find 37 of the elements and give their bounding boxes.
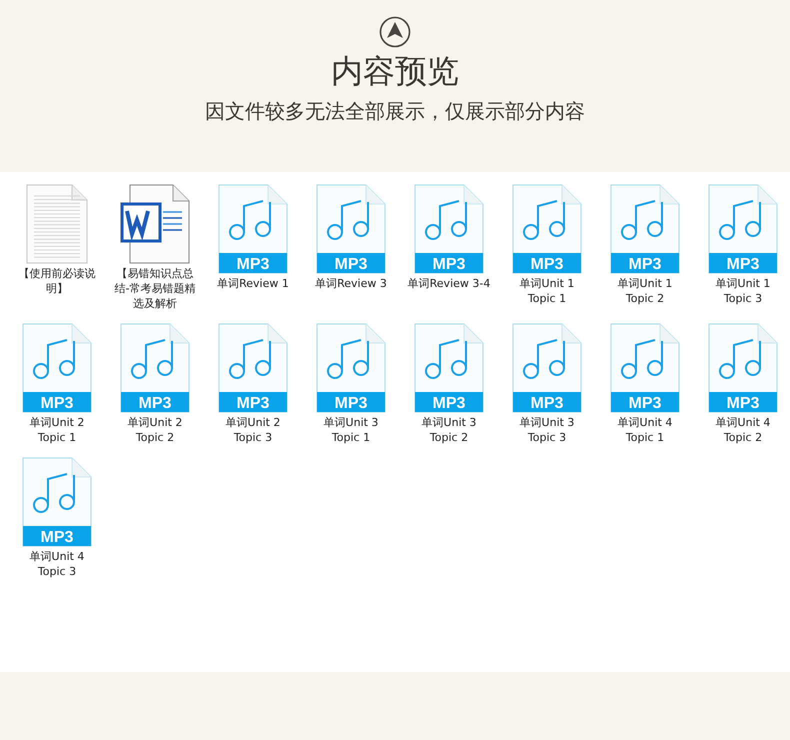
audio-file-icon: MP3 <box>708 323 778 413</box>
audio-file-icon: MP3 <box>22 457 92 547</box>
audio-file-icon: MP3 <box>610 323 680 413</box>
audio-file-icon: MP3 <box>22 323 92 413</box>
file-name: 单词Unit 2 Topic 1 <box>30 415 84 445</box>
file-name: 【易错知识点总 结-常考易错题精 选及解析 <box>114 266 196 311</box>
arrow-up-icon <box>379 16 411 48</box>
word-document-icon <box>120 184 190 264</box>
file-name: 单词Unit 3 Topic 1 <box>324 415 378 445</box>
file-name: 单词Unit 2 Topic 2 <box>128 415 182 445</box>
file-name: 单词Unit 4 Topic 3 <box>30 549 84 579</box>
audio-file-icon: MP3 <box>512 323 582 413</box>
file-name: 单词Unit 4 Topic 2 <box>716 415 770 445</box>
audio-file-icon: MP3 <box>512 184 582 274</box>
audio-file-icon: MP3 <box>218 323 288 413</box>
file-name: 单词Unit 1 Topic 2 <box>618 276 672 306</box>
audio-file-icon: MP3 <box>414 184 484 274</box>
audio-file-icon: MP3 <box>610 184 680 274</box>
audio-file-icon: MP3 <box>316 323 386 413</box>
file-name: 单词Unit 3 Topic 3 <box>520 415 574 445</box>
file-name: 单词Unit 1 Topic 1 <box>520 276 574 306</box>
file-name: 单词Unit 2 Topic 3 <box>226 415 280 445</box>
file-name: 【使用前必读说 明】 <box>18 266 96 296</box>
section-title: 内容预览 <box>331 52 459 90</box>
audio-file-icon: MP3 <box>414 323 484 413</box>
audio-file-icon: MP3 <box>120 323 190 413</box>
text-document-icon <box>26 184 88 264</box>
file-name: 单词Review 3 <box>315 276 387 291</box>
audio-file-icon: MP3 <box>316 184 386 274</box>
file-name: 单词Unit 4 Topic 1 <box>618 415 672 445</box>
file-name: 单词Review 1 <box>217 276 289 291</box>
file-name: 单词Unit 3 Topic 2 <box>422 415 476 445</box>
audio-file-icon: MP3 <box>708 184 778 274</box>
file-name: 单词Review 3-4 <box>408 276 490 291</box>
section-subtitle: 因文件较多无法全部展示，仅展示部分内容 <box>205 98 585 126</box>
audio-file-icon: MP3 <box>218 184 288 274</box>
file-name: 单词Unit 1 Topic 3 <box>716 276 770 306</box>
